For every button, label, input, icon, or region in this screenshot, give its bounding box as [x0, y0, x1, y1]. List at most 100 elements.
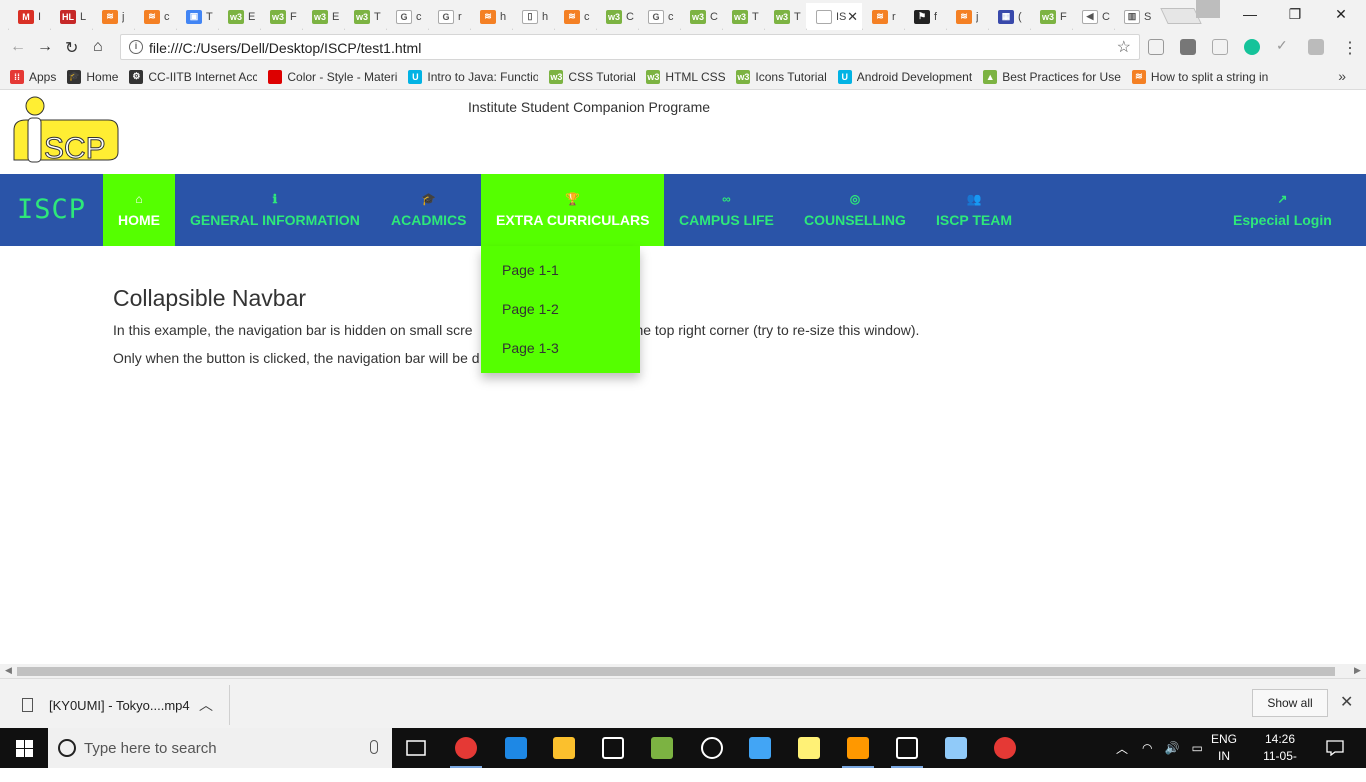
- browser-tab[interactable]: w3 T: [344, 3, 386, 30]
- browser-tab[interactable]: w3 C: [596, 3, 638, 30]
- browser-tab[interactable]: ▯ h: [512, 3, 554, 30]
- taskbar-search[interactable]: Type here to search: [48, 728, 392, 768]
- bookmark-item[interactable]: w3 CSS Tutorial: [549, 69, 635, 84]
- menu-icon[interactable]: ⋮: [1342, 38, 1358, 58]
- dropdown-item[interactable]: Page 1-1: [481, 257, 640, 296]
- nav-counselling[interactable]: ◎ COUNSELLING: [789, 174, 921, 246]
- bookmark-item[interactable]: ⁞⁞ Apps: [10, 69, 56, 84]
- language-indicator[interactable]: ENG IN: [1208, 731, 1240, 765]
- android-extension-icon[interactable]: [1308, 39, 1324, 55]
- navbar-brand[interactable]: ISCP: [17, 194, 86, 225]
- browser-tab[interactable]: ▥ S: [1114, 3, 1156, 30]
- info-icon[interactable]: i: [129, 40, 143, 54]
- browser-tab[interactable]: MI: [8, 3, 50, 30]
- scroll-left-icon[interactable]: ◀: [5, 665, 12, 676]
- browser-tab[interactable]: ⚑ f: [904, 3, 946, 30]
- bookmarks-overflow-icon[interactable]: »: [1338, 68, 1346, 84]
- browser-tab[interactable]: w3 C: [680, 3, 722, 30]
- bookmark-item[interactable]: U Intro to Java: Function: [408, 69, 538, 84]
- browser-tab[interactable]: IS ✕: [806, 3, 862, 30]
- taskbar-app[interactable]: [442, 728, 490, 768]
- bookmark-item[interactable]: 🎓 Home: [67, 69, 118, 84]
- taskbar-app[interactable]: [736, 728, 784, 768]
- m-extension-icon[interactable]: [1180, 39, 1196, 55]
- taskbar-app[interactable]: [540, 728, 588, 768]
- chevron-up-icon[interactable]: ︿: [1116, 740, 1128, 757]
- restore-button[interactable]: ❐: [1272, 0, 1318, 28]
- taskbar-app[interactable]: [688, 728, 736, 768]
- browser-tab[interactable]: ▣ T: [176, 3, 218, 30]
- check-extension-icon[interactable]: ✓: [1276, 37, 1292, 53]
- nav-campus-life[interactable]: ∞ CAMPUS LIFE: [664, 174, 789, 246]
- scroll-right-icon[interactable]: ▶: [1354, 665, 1361, 676]
- reload-icon[interactable]: ↻: [65, 38, 78, 58]
- taskbar-app[interactable]: [785, 728, 833, 768]
- taskbar-app[interactable]: [981, 728, 1029, 768]
- show-all-button[interactable]: Show all: [1252, 689, 1328, 717]
- nav-home[interactable]: ⌂ HOME: [103, 174, 175, 246]
- start-button[interactable]: [0, 728, 48, 768]
- bookmark-item[interactable]: w3 HTML CSS: [646, 69, 725, 84]
- browser-tab[interactable]: ◀ C: [1072, 3, 1114, 30]
- horizontal-scrollbar[interactable]: ◀ ▶: [0, 664, 1366, 678]
- taskbar-app[interactable]: [834, 728, 882, 768]
- url-text[interactable]: file:///C:/Users/Dell/Desktop/ISCP/test1…: [149, 40, 421, 56]
- taskbar-app[interactable]: [883, 728, 931, 768]
- minimize-button[interactable]: —: [1227, 0, 1273, 28]
- reader-extension-icon[interactable]: [1212, 39, 1228, 55]
- volume-icon[interactable]: 🔊: [1165, 741, 1180, 755]
- network-icon[interactable]: ▭: [1191, 741, 1202, 755]
- taskbar-app[interactable]: [638, 728, 686, 768]
- dropdown-item[interactable]: Page 1-2: [481, 296, 640, 335]
- taskbar-app[interactable]: [492, 728, 540, 768]
- bookmark-item[interactable]: w3 Icons Tutorial: [736, 69, 827, 84]
- nav-acadmics[interactable]: 🎓 ACADMICS: [376, 174, 481, 246]
- task-view-button[interactable]: [392, 728, 440, 768]
- browser-tab[interactable]: w3 E: [218, 3, 260, 30]
- bookmark-item[interactable]: Color - Style - Materi: [268, 69, 397, 84]
- close-tab-icon[interactable]: ✕: [847, 9, 858, 25]
- nav-extra-curriculars[interactable]: 🏆 EXTRA CURRICULARS: [481, 174, 665, 246]
- microphone-icon[interactable]: [370, 740, 378, 754]
- nav-general-information[interactable]: ℹ GENERAL INFORMATION: [175, 174, 375, 246]
- close-icon[interactable]: ✕: [1340, 692, 1353, 712]
- forward-icon[interactable]: →: [37, 38, 53, 56]
- close-window-button[interactable]: ✕: [1318, 0, 1364, 28]
- taskbar-app[interactable]: [589, 728, 637, 768]
- browser-tab[interactable]: w3 T: [764, 3, 806, 30]
- home-icon[interactable]: ⌂: [93, 38, 103, 56]
- taskbar-app[interactable]: [932, 728, 980, 768]
- browser-tab[interactable]: ▦(: [988, 3, 1030, 30]
- browser-tab[interactable]: Gc: [386, 3, 428, 30]
- browser-tab[interactable]: ≋ j: [946, 3, 988, 30]
- browser-tab[interactable]: HL L: [50, 3, 92, 30]
- browser-tab[interactable]: w3 F: [260, 3, 302, 30]
- browser-tab[interactable]: ≋ r: [862, 3, 904, 30]
- grammarly-icon[interactable]: [1244, 39, 1260, 55]
- download-filename[interactable]: [KY0UMI] - Tokyo....mp4: [49, 698, 190, 713]
- bookmark-star-icon[interactable]: ☆: [1117, 37, 1131, 57]
- shield-extension-icon[interactable]: [1148, 39, 1164, 55]
- browser-tab[interactable]: w3 T: [722, 3, 764, 30]
- browser-tab[interactable]: ≋ c: [134, 3, 176, 30]
- bookmark-item[interactable]: ≋ How to split a string in: [1131, 69, 1268, 84]
- action-center-button[interactable]: [1320, 728, 1350, 768]
- nav-especial-login[interactable]: ↗ Especial Login: [1218, 174, 1347, 246]
- bookmark-item[interactable]: ▲ Best Practices for Use: [983, 69, 1121, 84]
- browser-tab[interactable]: w3 F: [1030, 3, 1072, 30]
- wifi-icon[interactable]: ◠: [1142, 741, 1152, 755]
- browser-tab[interactable]: w3 E: [302, 3, 344, 30]
- bookmark-item[interactable]: U Android Development: [837, 69, 972, 84]
- scrollbar-thumb[interactable]: [17, 667, 1335, 676]
- browser-tab[interactable]: ≋ h: [470, 3, 512, 30]
- browser-tab[interactable]: Gr: [428, 3, 470, 30]
- nav-iscp-team[interactable]: 👥 ISCP TEAM: [921, 174, 1027, 246]
- back-icon[interactable]: ←: [10, 38, 26, 56]
- profile-button[interactable]: [1196, 0, 1220, 18]
- chevron-up-icon[interactable]: ︿: [199, 695, 213, 715]
- browser-tab[interactable]: Gc: [638, 3, 680, 30]
- address-bar[interactable]: i file:///C:/Users/Dell/Desktop/ISCP/tes…: [120, 34, 1140, 60]
- clock[interactable]: 14:26 11-05-2017: [1252, 731, 1308, 782]
- browser-tab[interactable]: ≋ c: [554, 3, 596, 30]
- download-item[interactable]: [KY0UMI] - Tokyo....mp4 ︿: [0, 685, 230, 725]
